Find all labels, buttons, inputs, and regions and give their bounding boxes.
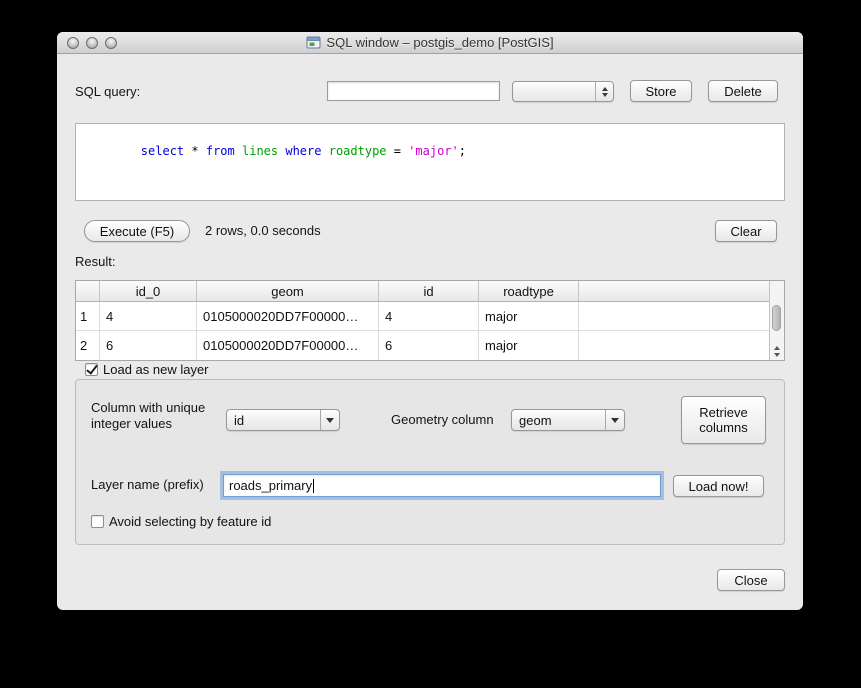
load-now-button[interactable]: Load now! — [673, 475, 764, 497]
saved-query-select[interactable] — [512, 81, 614, 102]
query-name-input[interactable] — [327, 81, 500, 101]
column-header-id_0[interactable]: id_0 — [100, 281, 197, 301]
sql-token — [235, 144, 242, 158]
avoid-selecting-label: Avoid selecting by feature id — [109, 514, 271, 529]
sql-token: * — [191, 144, 198, 158]
table-row: 1 4 0105000020DD7F00000… 4 major — [76, 302, 784, 331]
window-controls — [67, 37, 117, 49]
sql-token: roadtype — [329, 144, 387, 158]
sql-token: 'major' — [408, 144, 459, 158]
column-header-geom[interactable]: geom — [197, 281, 379, 301]
sql-window-icon — [306, 35, 321, 50]
sql-query-label: SQL query: — [75, 84, 140, 100]
desktop-background: SQL window – postgis_demo [PostGIS] SQL … — [0, 0, 861, 688]
checkbox-checked-icon — [85, 363, 98, 376]
titlebar[interactable]: SQL window – postgis_demo [PostGIS] — [57, 32, 803, 54]
column-header-roadtype[interactable]: roadtype — [479, 281, 579, 301]
window-title: SQL window – postgis_demo [PostGIS] — [326, 35, 553, 50]
cell-geom[interactable]: 0105000020DD7F00000… — [197, 302, 379, 330]
checkbox-unchecked-icon — [91, 515, 104, 528]
column-header-id[interactable]: id — [379, 281, 479, 301]
corner-header-cell[interactable] — [76, 281, 100, 301]
result-label: Result: — [75, 254, 115, 270]
sql-token: select — [141, 144, 184, 158]
scroll-up-icon[interactable] — [774, 346, 780, 350]
geometry-column-value: geom — [512, 413, 605, 428]
scroll-down-icon[interactable] — [774, 353, 780, 357]
unique-column-select[interactable]: id — [226, 409, 340, 431]
cell-id[interactable]: 4 — [379, 302, 479, 330]
sql-token: from — [206, 144, 235, 158]
cell-id_0[interactable]: 4 — [100, 302, 197, 330]
row-number-cell[interactable]: 1 — [76, 302, 100, 330]
retrieve-columns-button[interactable]: Retrieve columns — [681, 396, 766, 444]
sql-statement: select * from lines where roadtype = 'ma… — [83, 130, 777, 172]
sql-editor[interactable]: select * from lines where roadtype = 'ma… — [75, 123, 785, 201]
dropdown-arrow-icon — [320, 410, 339, 430]
sql-token — [321, 144, 328, 158]
cell-filler — [579, 302, 784, 330]
table-header-row: id_0 geom id roadtype — [76, 281, 784, 302]
geometry-column-label: Geometry column — [391, 412, 494, 428]
sql-token: = — [387, 144, 409, 158]
execute-button[interactable]: Execute (F5) — [84, 220, 190, 242]
query-status-text: 2 rows, 0.0 seconds — [205, 223, 321, 239]
load-as-new-layer-checkbox[interactable]: Load as new layer — [85, 362, 209, 377]
layer-name-input[interactable]: roads_primary — [223, 474, 661, 497]
cell-roadtype[interactable]: major — [479, 302, 579, 330]
close-window-button[interactable] — [67, 37, 79, 49]
layer-name-value: roads_primary — [229, 478, 312, 493]
sql-token: where — [285, 144, 321, 158]
load-options-groupbox: Column with unique integer values id Geo… — [75, 379, 785, 545]
table-scrollbar[interactable] — [769, 281, 784, 360]
zoom-window-button[interactable] — [105, 37, 117, 49]
column-header-filler — [579, 281, 784, 301]
scrollbar-thumb[interactable] — [772, 305, 781, 331]
clear-button[interactable]: Clear — [715, 220, 777, 242]
cell-geom[interactable]: 0105000020DD7F00000… — [197, 331, 379, 360]
sql-window: SQL window – postgis_demo [PostGIS] SQL … — [57, 32, 803, 610]
scrollbar-arrows — [770, 346, 784, 357]
cell-id[interactable]: 6 — [379, 331, 479, 360]
sql-token — [199, 144, 206, 158]
cell-roadtype[interactable]: major — [479, 331, 579, 360]
cell-filler — [579, 331, 784, 360]
unique-column-value: id — [227, 413, 320, 428]
sql-token: lines — [242, 144, 278, 158]
load-as-new-layer-label: Load as new layer — [103, 362, 209, 377]
combo-stepper-icon — [595, 82, 613, 101]
avoid-selecting-checkbox[interactable]: Avoid selecting by feature id — [91, 514, 271, 529]
text-caret — [313, 479, 314, 493]
cell-id_0[interactable]: 6 — [100, 331, 197, 360]
unique-column-label: Column with unique integer values — [91, 400, 229, 432]
table-row: 2 6 0105000020DD7F00000… 6 major — [76, 331, 784, 360]
row-number-cell[interactable]: 2 — [76, 331, 100, 360]
geometry-column-select[interactable]: geom — [511, 409, 625, 431]
sql-token: ; — [459, 144, 466, 158]
delete-button[interactable]: Delete — [708, 80, 778, 102]
store-button[interactable]: Store — [630, 80, 692, 102]
layer-name-label: Layer name (prefix) — [91, 477, 204, 493]
dropdown-arrow-icon — [605, 410, 624, 430]
close-button[interactable]: Close — [717, 569, 785, 591]
result-table: id_0 geom id roadtype 1 4 0105000020DD7F… — [75, 280, 785, 361]
minimize-window-button[interactable] — [86, 37, 98, 49]
